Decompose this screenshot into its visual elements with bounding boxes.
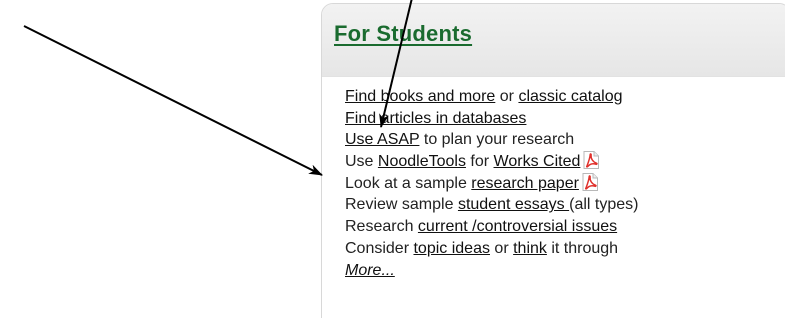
annotation-arrow-left: [23, 25, 323, 176]
line-text: Look at a sample: [345, 174, 472, 192]
line-text: Review sample: [345, 196, 458, 214]
list-item: Review sample student essays (all types): [345, 194, 638, 216]
list-item: Consider topic ideas or think it through: [345, 238, 638, 260]
topic-ideas-link[interactable]: topic ideas: [413, 240, 490, 257]
line-text: Use: [345, 153, 378, 171]
panel-title-link[interactable]: For Students: [334, 21, 472, 47]
think-link[interactable]: think: [513, 240, 547, 257]
pdf-icon[interactable]: [583, 151, 600, 170]
panel-header: For Students: [322, 4, 785, 77]
line-text: Consider: [345, 239, 414, 257]
list-item: Use ASAP to plan your research: [345, 129, 638, 151]
find-articles-link[interactable]: Find articles in databases: [345, 110, 526, 127]
use-asap-link[interactable]: Use ASAP: [345, 131, 419, 148]
list-item: Research current /controversial issues: [345, 216, 638, 238]
controversial-issues-link[interactable]: current /controversial issues: [418, 218, 617, 235]
find-books-link[interactable]: Find books and more: [345, 88, 495, 105]
list-item: Look at a sample research paper: [345, 172, 638, 195]
line-text: for: [465, 153, 494, 171]
list-item: More...: [345, 260, 638, 282]
for-students-panel: For Students Find books and more or clas…: [321, 3, 785, 318]
list-item: Use NoodleTools for Works Cited: [345, 151, 638, 173]
classic-catalog-link[interactable]: classic catalog: [518, 88, 622, 105]
list-item: Find articles in databases: [345, 108, 638, 130]
line-text: it through: [546, 239, 619, 257]
line-text: to plan your research: [419, 131, 575, 149]
research-paper-link[interactable]: research paper: [471, 175, 579, 192]
line-text: Research: [345, 218, 418, 236]
student-essays-link[interactable]: student essays: [458, 196, 569, 213]
pdf-icon[interactable]: [582, 172, 598, 191]
line-text: or: [495, 88, 519, 105]
more-link[interactable]: More...: [345, 262, 395, 279]
list-item: Find books and more or classic catalog: [345, 86, 638, 108]
noodletools-link[interactable]: NoodleTools: [378, 153, 466, 170]
resource-link-list: Find books and more or classic catalog F…: [345, 86, 638, 281]
line-text: (all types): [569, 196, 639, 214]
works-cited-link[interactable]: Works Cited: [494, 153, 581, 170]
line-text: or: [489, 239, 514, 257]
screenshot-canvas: For Students Find books and more or clas…: [0, 0, 785, 318]
